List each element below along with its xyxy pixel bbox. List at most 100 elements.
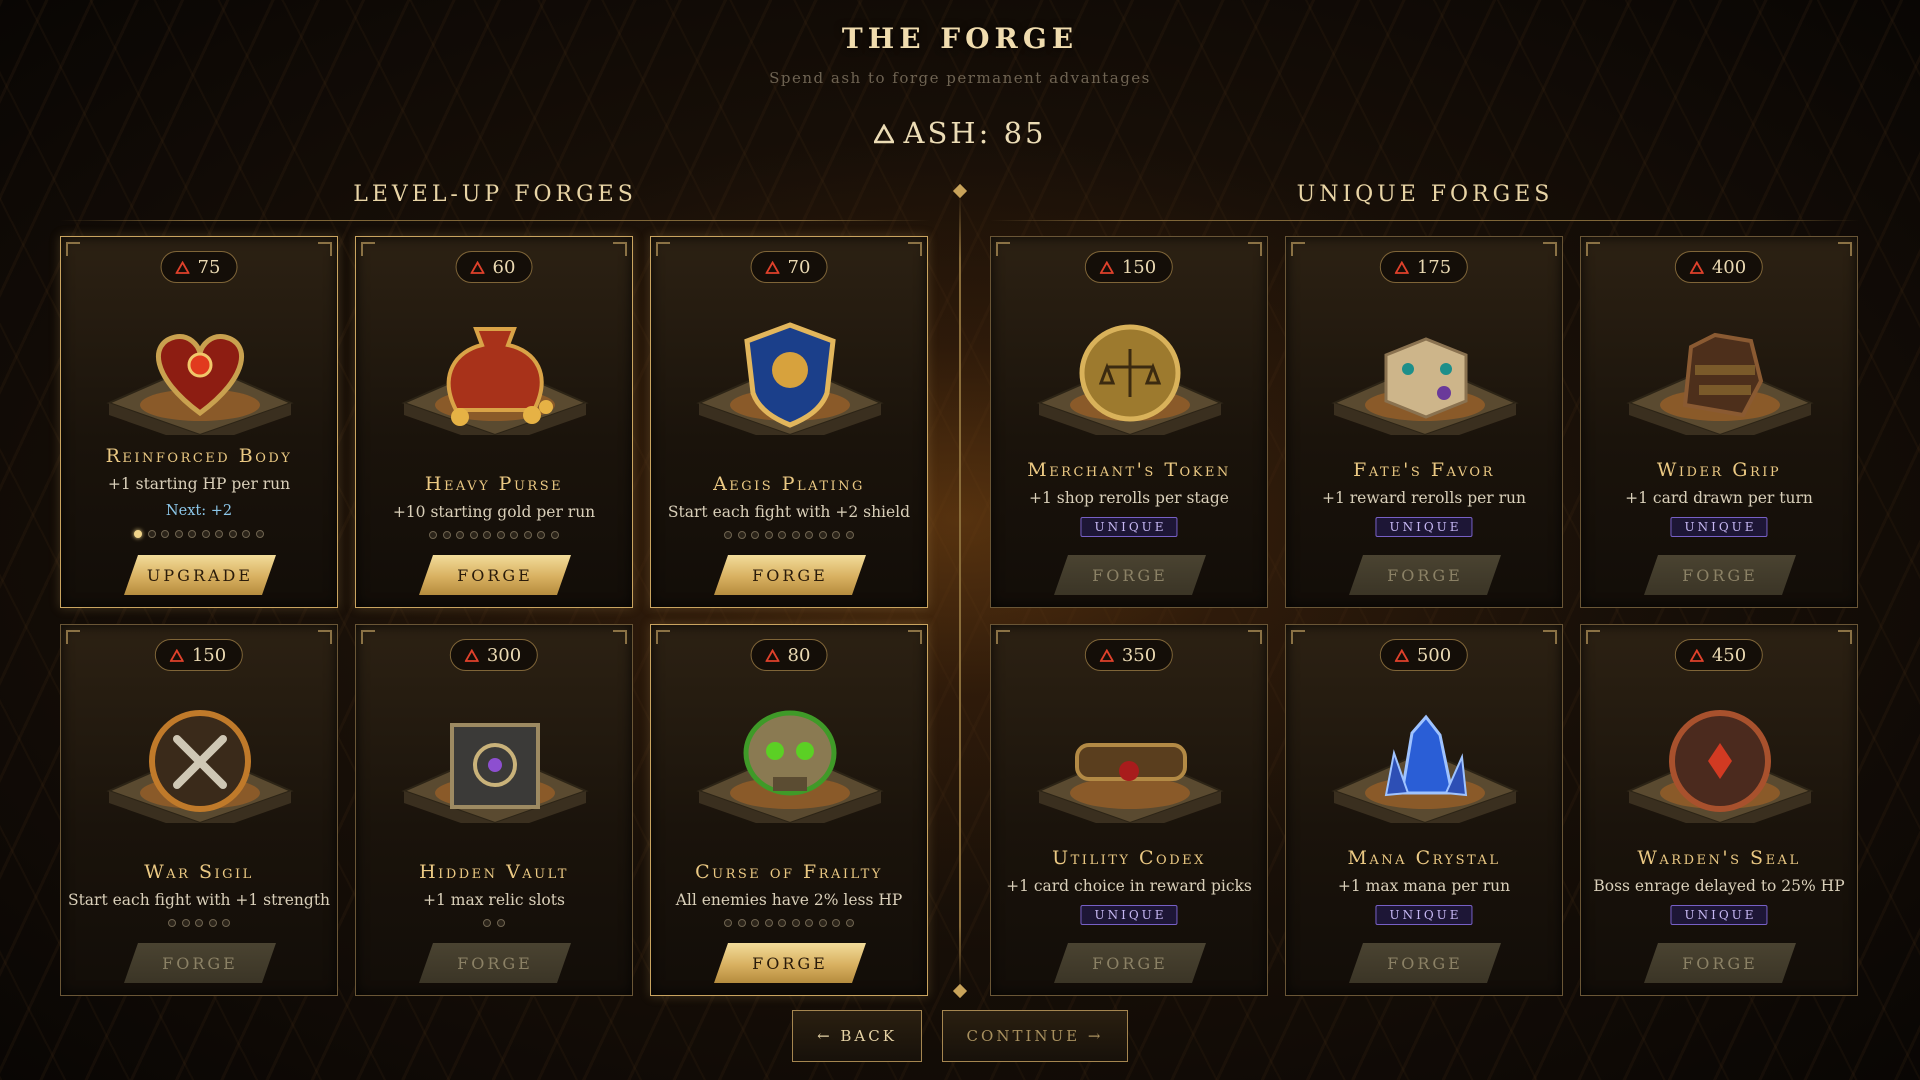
forge-button[interactable]: FORGE xyxy=(124,943,276,983)
forge-card: 150 War Sigil Start each fight with +1 str… xyxy=(60,624,338,996)
forge-description: Start each fight with +1 strength xyxy=(67,891,331,909)
level-pip xyxy=(496,531,505,539)
card-corner-ornament xyxy=(318,242,332,256)
ash-triangle-icon xyxy=(175,260,190,274)
card-corner-ornament xyxy=(1543,242,1557,256)
ash-triangle-icon xyxy=(1394,260,1409,274)
cost-badge: 70 xyxy=(750,251,828,283)
level-pip xyxy=(737,919,746,927)
forge-description: +1 max mana per run xyxy=(1337,877,1511,895)
cost-value: 350 xyxy=(1121,644,1157,666)
forge-card: 400 Wider Grip +1 card drawn per turn UNIQU… xyxy=(1580,236,1858,608)
card-corner-ornament xyxy=(361,242,375,256)
forge-button[interactable]: FORGE xyxy=(714,555,866,595)
forge-name: Aegis Plating xyxy=(713,473,865,495)
level-pips xyxy=(651,531,927,539)
forge-button[interactable]: FORGE xyxy=(419,555,571,595)
upgrade-button[interactable]: UPGRADE xyxy=(124,555,276,595)
level-pip xyxy=(724,531,733,539)
level-pip xyxy=(845,919,854,927)
forge-description: +1 starting HP per run xyxy=(107,475,291,493)
level-pip xyxy=(832,531,841,539)
level-pips xyxy=(61,530,337,538)
forge-description: +1 reward rerolls per run xyxy=(1321,489,1527,507)
cost-badge: 350 xyxy=(1084,639,1174,671)
cost-value: 150 xyxy=(191,644,227,666)
card-corner-ornament xyxy=(1291,242,1305,256)
level-pip xyxy=(134,530,143,538)
scales-coin-icon xyxy=(1036,324,1224,435)
level-pips xyxy=(61,919,337,927)
cost-badge: 500 xyxy=(1379,639,1469,671)
card-corner-ornament xyxy=(656,630,670,644)
card-corner-ornament xyxy=(1291,630,1305,644)
forge-card: 175 Fate's Favor +1 reward rerolls per run… xyxy=(1285,236,1563,608)
level-pip xyxy=(751,531,760,539)
forge-card: 75 Reinforced Body +1 starting HP per run N… xyxy=(60,236,338,608)
forge-card: 70 Aegis Plating Start each fight with +2 … xyxy=(650,236,928,608)
ash-triangle-icon xyxy=(470,260,485,274)
section-divider xyxy=(959,195,961,990)
cost-value: 450 xyxy=(1711,644,1747,666)
card-corner-ornament xyxy=(908,630,922,644)
level-pips xyxy=(356,919,632,927)
forge-card: 450 Warden's Seal Boss enrage delayed to 2… xyxy=(1580,624,1858,996)
level-pip xyxy=(845,531,854,539)
level-pip xyxy=(510,531,519,539)
ash-amount: ASH: 85 xyxy=(903,116,1047,150)
dice-icon xyxy=(1331,337,1519,435)
level-pip xyxy=(805,531,814,539)
unique-section-title: UNIQUE FORGES xyxy=(1296,182,1554,207)
forge-name: Warden's Seal xyxy=(1637,847,1801,869)
unique-badge: UNIQUE xyxy=(1670,517,1768,537)
forge-button[interactable]: FORGE xyxy=(1349,943,1501,983)
card-corner-ornament xyxy=(1838,630,1852,644)
cost-value: 60 xyxy=(492,256,516,278)
forge-button[interactable]: FORGE xyxy=(1054,555,1206,595)
forge-description: +1 card drawn per turn xyxy=(1625,489,1813,507)
forge-name: Reinforced Body xyxy=(105,445,293,467)
continue-button[interactable]: CONTINUE → xyxy=(942,1010,1128,1062)
level-pip xyxy=(147,530,156,538)
level-pip xyxy=(255,530,264,538)
ash-triangle-icon xyxy=(872,117,895,151)
forge-button[interactable]: FORGE xyxy=(1644,943,1796,983)
ash-triangle-icon xyxy=(1394,648,1409,662)
ash-triangle-icon xyxy=(464,648,479,662)
level-pip xyxy=(832,919,841,927)
level-pip xyxy=(174,530,183,538)
vault-icon xyxy=(401,723,589,823)
level-pip xyxy=(208,919,217,927)
level-pip xyxy=(168,919,176,927)
forge-card: 80 Curse of Frailty All enemies have 2% le… xyxy=(650,624,928,996)
forge-card: 500 Mana Crystal +1 max mana per run UNIQUE… xyxy=(1285,624,1563,996)
back-button[interactable]: ← BACK xyxy=(792,1010,922,1062)
forge-button[interactable]: FORGE xyxy=(1054,943,1206,983)
cost-badge: 400 xyxy=(1674,251,1764,283)
ash-triangle-icon xyxy=(765,648,780,662)
ash-triangle-icon xyxy=(765,260,780,274)
forge-name: Heavy Purse xyxy=(424,473,564,495)
level-pip xyxy=(242,530,251,538)
forge-name: War Sigil xyxy=(144,861,254,883)
level-pip xyxy=(751,919,760,927)
level-pip xyxy=(201,530,210,538)
level-pip xyxy=(222,919,230,927)
forge-description: +1 shop rerolls per stage xyxy=(1029,489,1229,507)
forge-button[interactable]: FORGE xyxy=(1349,555,1501,595)
level-pip xyxy=(818,531,827,539)
level-pip xyxy=(483,919,492,927)
cost-badge: 150 xyxy=(1084,251,1174,283)
forge-button[interactable]: FORGE xyxy=(714,943,866,983)
cost-badge: 60 xyxy=(455,251,533,283)
forge-name: Fate's Favor xyxy=(1353,459,1495,481)
level-pip xyxy=(469,531,478,539)
coin-bag-icon xyxy=(401,327,589,435)
forge-description: +10 starting gold per run xyxy=(392,503,596,521)
card-corner-ornament xyxy=(1586,630,1600,644)
level-pip xyxy=(228,530,237,538)
forge-button[interactable]: FORGE xyxy=(419,943,571,983)
card-corner-ornament xyxy=(1543,630,1557,644)
ash-triangle-icon xyxy=(1689,260,1704,274)
forge-button[interactable]: FORGE xyxy=(1644,555,1796,595)
